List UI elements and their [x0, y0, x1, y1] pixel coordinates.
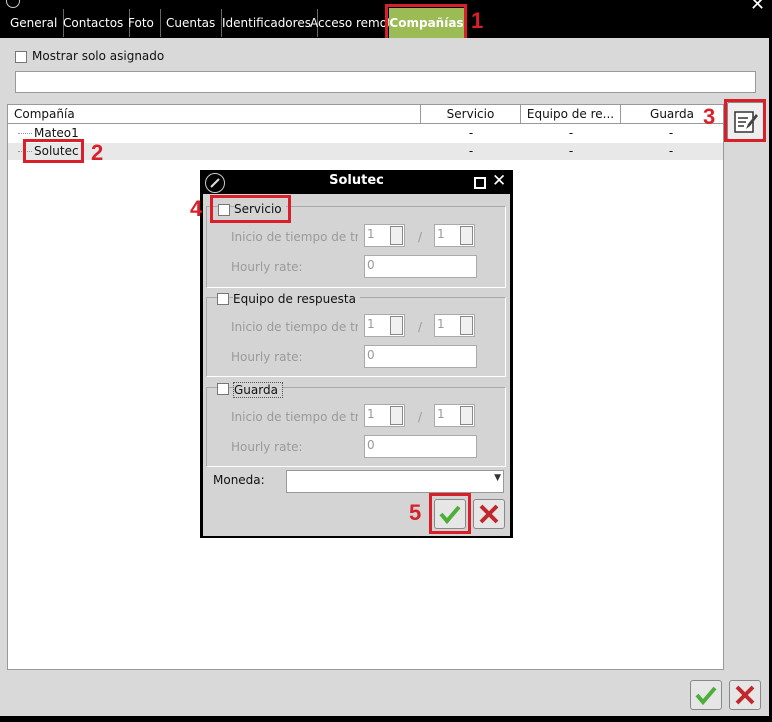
equipo-label: Equipo de respuesta	[233, 292, 360, 306]
equipo-start-label: Inicio de tiempo de tra	[231, 320, 358, 334]
spin-arrows-icon[interactable]	[390, 226, 403, 245]
highlight-box-dialog-ok	[429, 493, 471, 534]
column-header-equipo[interactable]: Equipo de re...	[521, 105, 621, 124]
guarda-spin-minutes[interactable]: 1	[434, 404, 475, 427]
equipo-checkbox[interactable]	[217, 293, 229, 305]
main-ok-button[interactable]	[690, 680, 722, 710]
row-equipo: -	[568, 144, 574, 158]
dialog-close-icon[interactable]: ✕	[492, 171, 506, 191]
spin-arrows-icon[interactable]	[460, 316, 473, 335]
rate-value: 0	[367, 438, 375, 452]
show-assigned-checkbox[interactable]	[15, 51, 27, 63]
guarda-label: Guarda	[233, 382, 283, 398]
highlight-box-companias-tab	[385, 4, 467, 42]
cross-icon	[735, 685, 755, 705]
guarda-start-label: Inicio de tiempo de tra	[231, 410, 358, 424]
spin-value: 1	[437, 317, 445, 331]
tree-line	[18, 133, 32, 134]
maximize-icon[interactable]	[474, 177, 486, 189]
spin-value: 1	[367, 407, 375, 421]
row-guarda: -	[668, 144, 674, 158]
row-equipo: -	[568, 126, 574, 140]
show-assigned-label: Mostrar solo asignado	[32, 49, 165, 63]
marker-2: 2	[91, 140, 104, 165]
spin-arrows-icon[interactable]	[390, 406, 403, 425]
servicio-start-label: Inicio de tiempo de tra	[231, 230, 358, 244]
tab-identificadores[interactable]: Identificadores	[216, 9, 318, 37]
equipo-rate-input[interactable]: 0	[364, 345, 477, 368]
marker-4: 4	[190, 196, 203, 221]
spin-value: 1	[367, 317, 375, 331]
cross-icon	[479, 504, 499, 524]
main-cancel-button[interactable]	[729, 680, 761, 710]
guarda-checkbox[interactable]	[217, 383, 229, 395]
window-close-icon[interactable]: ✕	[750, 0, 765, 15]
guarda-rate-label: Hourly rate:	[231, 440, 303, 454]
spin-arrows-icon[interactable]	[460, 226, 473, 245]
table-row[interactable]: Mateo1 - - -	[8, 125, 723, 142]
guarda-rate-input[interactable]: 0	[364, 435, 477, 458]
dialog-title: Solutec	[329, 173, 384, 188]
spin-value: 1	[367, 227, 375, 241]
spin-arrows-icon[interactable]	[390, 316, 403, 335]
equipo-spin-minutes[interactable]: 1	[434, 314, 475, 337]
currency-label: Moneda:	[213, 473, 265, 487]
filter-input[interactable]	[15, 71, 756, 93]
equipo-rate-label: Hourly rate:	[231, 350, 303, 364]
tab-cuentas[interactable]: Cuentas	[160, 9, 223, 37]
servicio-rate-label: Hourly rate:	[231, 260, 303, 274]
currency-select[interactable]: ▼	[286, 470, 504, 493]
column-header-servicio[interactable]: Servicio	[421, 105, 521, 124]
checkmark-icon	[695, 686, 717, 706]
highlight-box-edit-button	[724, 99, 766, 142]
tab-contactos[interactable]: Contactos	[57, 9, 131, 37]
tab-general[interactable]: General	[4, 9, 65, 37]
servicio-spin-minutes[interactable]: 1	[434, 224, 475, 247]
spin-value: 1	[437, 407, 445, 421]
row-servicio: -	[468, 126, 474, 140]
highlight-box-servicio	[210, 195, 291, 223]
servicio-spin-hours[interactable]: 1	[364, 224, 405, 247]
marker-3: 3	[703, 104, 716, 129]
guarda-spin-hours[interactable]: 1	[364, 404, 405, 427]
guarda-separator: /	[418, 410, 423, 424]
equipo-spin-hours[interactable]: 1	[364, 314, 405, 337]
table-row[interactable]: Solutec - - -	[8, 143, 723, 160]
rate-value: 0	[367, 258, 375, 272]
spin-arrows-icon[interactable]	[460, 406, 473, 425]
highlight-box-solutec-row	[23, 139, 84, 163]
marker-1: 1	[471, 8, 484, 33]
row-servicio: -	[468, 144, 474, 158]
tab-foto[interactable]: Foto	[122, 9, 161, 37]
marker-5: 5	[409, 500, 422, 525]
column-header-compania[interactable]: Compañía	[8, 105, 421, 124]
servicio-rate-input[interactable]: 0	[364, 255, 477, 278]
chevron-down-icon[interactable]: ▼	[494, 473, 501, 483]
dialog-cancel-button[interactable]	[473, 499, 505, 529]
status-strip	[0, 716, 772, 722]
spin-value: 1	[437, 227, 445, 241]
servicio-separator: /	[418, 230, 423, 244]
rate-value: 0	[367, 348, 375, 362]
equipo-separator: /	[418, 320, 423, 334]
